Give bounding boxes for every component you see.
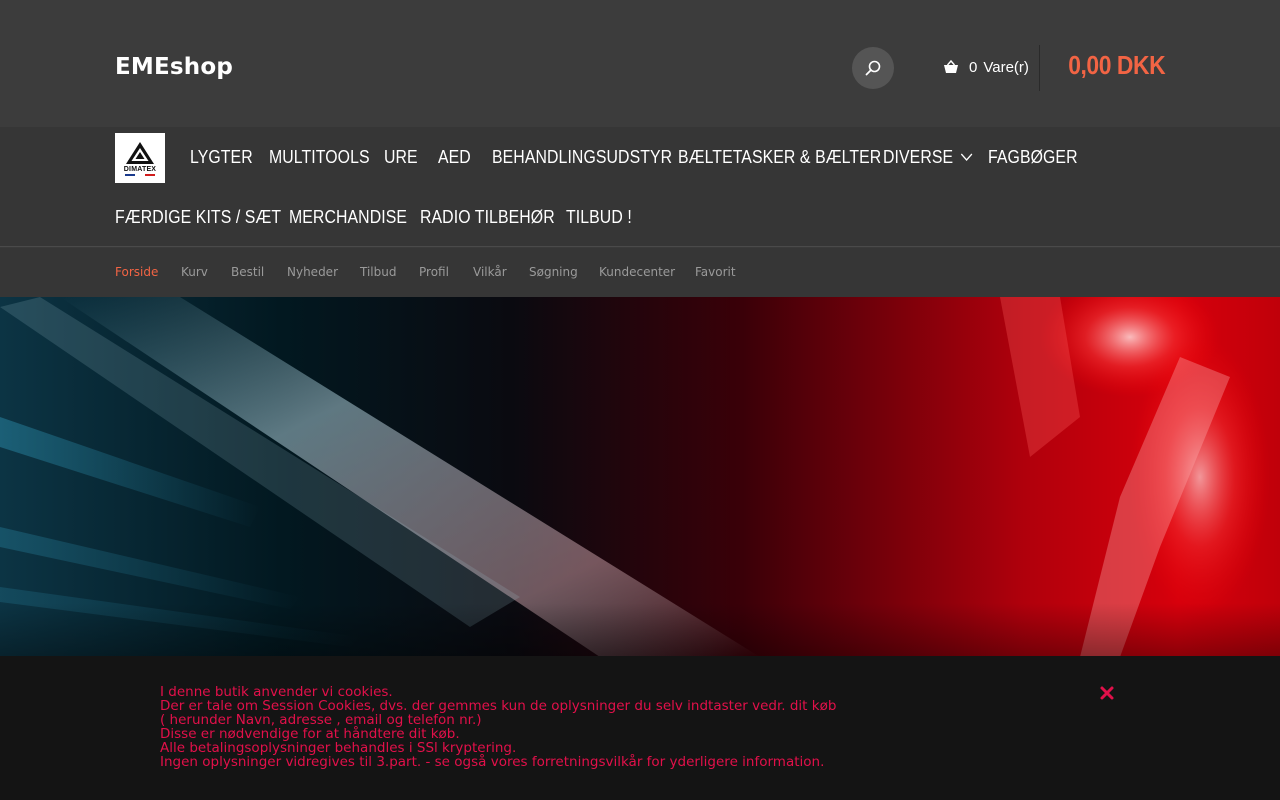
nav-item-ure[interactable]: URE bbox=[384, 147, 418, 168]
subnav-tilbud[interactable]: Tilbud bbox=[360, 265, 396, 279]
chevron-down-icon bbox=[960, 153, 973, 162]
nav-item-aed[interactable]: AED bbox=[438, 147, 471, 168]
subnav-bestil[interactable]: Bestil bbox=[231, 265, 264, 279]
nav-item-radio-tilbehor[interactable]: RADIO TILBEHØR bbox=[420, 207, 555, 228]
nav-item-faerdige-kits[interactable]: FÆRDIGE KITS / SÆT bbox=[115, 207, 281, 228]
subnav-sogning[interactable]: Søgning bbox=[529, 265, 578, 279]
triangle-logo-icon bbox=[126, 141, 154, 164]
hero-light-streaks bbox=[0, 297, 1280, 657]
nav-item-baeltetasker[interactable]: BÆLTETASKER & BÆLTER bbox=[678, 147, 881, 168]
cookie-line: ( herunder Navn, adresse , email og tele… bbox=[160, 712, 482, 728]
nav-item-merchandise[interactable]: MERCHANDISE bbox=[289, 207, 407, 228]
cookie-line: Der er tale om Session Cookies, dvs. der… bbox=[160, 698, 837, 714]
close-icon bbox=[1100, 686, 1114, 700]
cart-total[interactable]: 0,00 DKK bbox=[1068, 50, 1165, 81]
brand-logo-text: DIMATEX bbox=[123, 165, 157, 173]
secondary-navigation: Forside Kurv Bestil Nyheder Tilbud Profi… bbox=[0, 248, 1280, 297]
nav-item-diverse[interactable]: DIVERSE bbox=[883, 147, 973, 168]
header-divider bbox=[1039, 45, 1040, 91]
cart-label: Vare(r) bbox=[983, 58, 1029, 76]
subnav-favorit[interactable]: Favorit bbox=[695, 265, 736, 279]
subnav-forside[interactable]: Forside bbox=[115, 265, 158, 279]
search-icon bbox=[865, 60, 881, 76]
search-button[interactable] bbox=[852, 47, 894, 89]
nav-item-multitools[interactable]: MULTITOOLS bbox=[269, 147, 370, 168]
cookie-notice: I denne butik anvender vi cookies. Der e… bbox=[0, 656, 1280, 800]
main-navigation: DIMATEX LYGTER MULTITOOLS URE AED BEHAND… bbox=[0, 127, 1280, 247]
nav-item-lygter[interactable]: LYGTER bbox=[190, 147, 253, 168]
nav-item-fagboger[interactable]: FAGBØGER bbox=[988, 147, 1078, 168]
basket-icon bbox=[943, 59, 959, 75]
cart-link[interactable]: 0 Vare(r) bbox=[943, 56, 1029, 78]
hero-banner bbox=[0, 297, 1280, 657]
nav-item-tilbud[interactable]: TILBUD ! bbox=[566, 207, 632, 228]
subnav-vilkar[interactable]: Vilkår bbox=[473, 265, 507, 279]
subnav-kundecenter[interactable]: Kundecenter bbox=[599, 265, 675, 279]
shop-logo[interactable]: EMEshop bbox=[115, 54, 233, 80]
cookie-line: I denne butik anvender vi cookies. bbox=[160, 684, 393, 700]
brand-logo[interactable]: DIMATEX bbox=[115, 133, 165, 183]
top-header: EMEshop 0 Vare(r) 0,00 DKK bbox=[0, 0, 1280, 127]
cookie-line: Ingen oplysninger vidregives til 3.part.… bbox=[160, 754, 825, 770]
cookie-line: Alle betalingsoplysninger behandles i SS… bbox=[160, 740, 517, 756]
cookie-notice-text: I denne butik anvender vi cookies. Der e… bbox=[160, 685, 920, 769]
cookie-close-button[interactable] bbox=[1099, 685, 1115, 701]
subnav-profil[interactable]: Profil bbox=[419, 265, 449, 279]
nav-item-behandlingsudstyr[interactable]: BEHANDLINGSUDSTYR bbox=[492, 147, 672, 168]
brand-logo-flag bbox=[125, 173, 155, 176]
cart-count: 0 bbox=[969, 58, 978, 76]
subnav-nyheder[interactable]: Nyheder bbox=[287, 265, 338, 279]
cookie-line: Disse er nødvendige for at håndtere dit … bbox=[160, 726, 460, 742]
subnav-kurv[interactable]: Kurv bbox=[181, 265, 208, 279]
